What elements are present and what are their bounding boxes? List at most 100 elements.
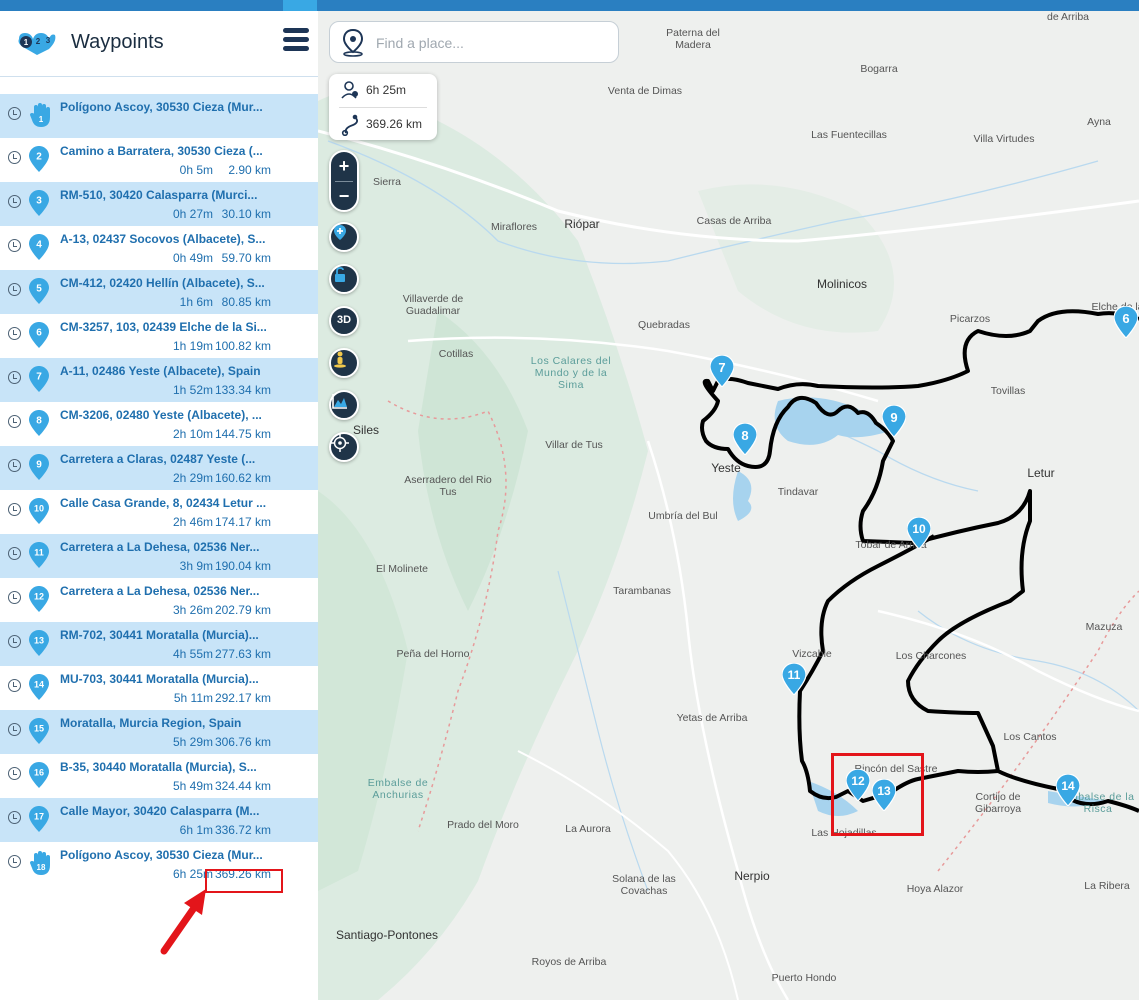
waypoint-address[interactable]: Carretera a La Dehesa, 02536 Ner... xyxy=(60,540,274,554)
top-tab[interactable] xyxy=(283,0,317,11)
waypoint-time: 4h 55m xyxy=(172,647,213,661)
clock-icon[interactable] xyxy=(8,811,21,824)
clock-icon[interactable] xyxy=(8,767,21,780)
hamburger-menu-icon[interactable] xyxy=(283,28,309,56)
waypoint-address[interactable]: A-11, 02486 Yeste (Albacete), Spain xyxy=(60,364,274,378)
zoom-control: + − xyxy=(329,150,359,212)
map-label: Sierra xyxy=(372,176,402,188)
waypoint-row-17[interactable]: 17 Calle Mayor, 30420 Calasparra (M... 6h … xyxy=(0,798,318,842)
waypoint-row-11[interactable]: 11 Carretera a La Dehesa, 02536 Ner... 3h … xyxy=(0,534,318,578)
svg-text:3: 3 xyxy=(46,36,51,45)
waypoint-row-12[interactable]: 12 Carretera a La Dehesa, 02536 Ner... 3h … xyxy=(0,578,318,622)
map-marker-8[interactable]: 8 xyxy=(733,423,757,455)
map-marker-14[interactable]: 14 xyxy=(1056,774,1080,806)
map-label: Los Calares del Mundo y de la Sima xyxy=(530,355,612,391)
waypoint-row-9[interactable]: 9 Carretera a Claras, 02487 Yeste (... 2h … xyxy=(0,446,318,490)
clock-icon[interactable] xyxy=(8,635,21,648)
svg-text:12: 12 xyxy=(34,592,44,602)
map-marker-6[interactable]: 6 xyxy=(1114,306,1138,338)
waypoint-address[interactable]: Polígono Ascoy, 30530 Cieza (Mur... xyxy=(60,848,274,862)
clock-icon[interactable] xyxy=(8,195,21,208)
clock-icon[interactable] xyxy=(8,371,21,384)
map-marker-9[interactable]: 9 xyxy=(882,405,906,437)
waypoint-address[interactable]: A-13, 02437 Socovos (Albacete), S... xyxy=(60,232,274,246)
lock-button[interactable] xyxy=(329,264,359,294)
elevation-profile-button[interactable] xyxy=(329,390,359,420)
waypoint-address[interactable]: B-35, 30440 Moratalla (Murcia), S... xyxy=(60,760,274,774)
map-marker-7[interactable]: 7 xyxy=(710,355,734,387)
clock-icon[interactable] xyxy=(8,415,21,428)
waypoint-address[interactable]: CM-3257, 103, 02439 Elche de la Si... xyxy=(60,320,274,334)
clock-icon[interactable] xyxy=(8,547,21,560)
waypoint-address[interactable]: Carretera a Claras, 02487 Yeste (... xyxy=(60,452,274,466)
clock-icon[interactable] xyxy=(8,503,21,516)
waypoint-time: 0h 5m xyxy=(179,163,213,177)
sidebar-header: 1 2 3 Waypoints xyxy=(0,11,318,77)
clock-icon[interactable] xyxy=(8,459,21,472)
clock-icon[interactable] xyxy=(8,591,21,604)
street-view-button[interactable] xyxy=(329,348,359,378)
map-label: Royos de Arriba xyxy=(531,956,607,968)
waypoint-address[interactable]: Polígono Ascoy, 30530 Cieza (Mur... xyxy=(60,100,274,114)
waypoint-address[interactable]: Moratalla, Murcia Region, Spain xyxy=(60,716,274,730)
map-marker-10[interactable]: 10 xyxy=(907,517,931,549)
waypoint-distance: 30.10 km xyxy=(221,207,271,221)
waypoint-address[interactable]: Calle Casa Grande, 8, 02434 Letur ... xyxy=(60,496,274,510)
locate-me-button[interactable] xyxy=(329,432,359,462)
clock-icon[interactable] xyxy=(8,239,21,252)
map-label: Bogarra xyxy=(860,63,898,75)
clock-icon[interactable] xyxy=(8,107,21,120)
driver-icon xyxy=(341,81,358,99)
waypoint-distance: 292.17 km xyxy=(214,691,271,705)
location-pin-icon xyxy=(342,29,364,57)
waypoint-row-7[interactable]: 7 A-11, 02486 Yeste (Albacete), Spain 1h 5… xyxy=(0,358,318,402)
search-input[interactable] xyxy=(374,32,608,54)
clock-icon[interactable] xyxy=(8,151,21,164)
place-search-box[interactable] xyxy=(329,21,619,63)
map-view[interactable]: de Arriba Paterna del Madera Bogarra Ayna Ve… xyxy=(318,11,1139,1000)
zoom-out-button[interactable]: − xyxy=(331,182,357,210)
waypoint-row-13[interactable]: 13 RM-702, 30441 Moratalla (Murcia)... 4h … xyxy=(0,622,318,666)
waypoints-sidebar: 1 2 3 Waypoints 1 Polígono Ascoy, 30530 C… xyxy=(0,11,318,1000)
waypoint-row-8[interactable]: 8 CM-3206, 02480 Yeste (Albacete), ... 2h … xyxy=(0,402,318,446)
waypoint-address[interactable]: CM-3206, 02480 Yeste (Albacete), ... xyxy=(60,408,274,422)
map-label: Venta de Dimas xyxy=(607,85,683,97)
zoom-in-button[interactable]: + xyxy=(331,152,357,180)
map-marker-11[interactable]: 11 xyxy=(782,663,806,695)
clock-icon[interactable] xyxy=(8,679,21,692)
map-canvas xyxy=(318,11,1139,1000)
waypoint-address[interactable]: Camino a Barratera, 30530 Cieza (... xyxy=(60,144,274,158)
clock-icon[interactable] xyxy=(8,327,21,340)
waypoint-row-15[interactable]: 15 Moratalla, Murcia Region, Spain 5h 29m 3… xyxy=(0,710,318,754)
waypoint-row-3[interactable]: 3 RM-510, 30420 Calasparra (Murci... 0h 27… xyxy=(0,182,318,226)
map-marker-number: 7 xyxy=(718,360,726,375)
map-label: Quebradas xyxy=(638,319,690,331)
waypoint-row-16[interactable]: 16 B-35, 30440 Moratalla (Murcia), S... 5h… xyxy=(0,754,318,798)
waypoint-address[interactable]: Calle Mayor, 30420 Calasparra (M... xyxy=(60,804,274,818)
waypoint-distance: 336.72 km xyxy=(214,823,271,837)
waypoint-address[interactable]: RM-702, 30441 Moratalla (Murcia)... xyxy=(60,628,274,642)
waypoint-address[interactable]: Carretera a La Dehesa, 02536 Ner... xyxy=(60,584,274,598)
waypoint-row-6[interactable]: 6 CM-3257, 103, 02439 Elche de la Si... 1h… xyxy=(0,314,318,358)
clock-icon[interactable] xyxy=(8,855,21,868)
map-label: Ayna xyxy=(1087,116,1111,128)
3d-view-button[interactable]: 3D xyxy=(329,306,359,336)
map-label: Las Fuentecillas xyxy=(811,129,887,141)
waypoint-address[interactable]: RM-510, 30420 Calasparra (Murci... xyxy=(60,188,274,202)
waypoint-row-5[interactable]: 5 CM-412, 02420 Hellín (Albacete), S... 1h… xyxy=(0,270,318,314)
map-label: Tovillas xyxy=(990,385,1026,397)
waypoint-row-14[interactable]: 14 MU-703, 30441 Moratalla (Murcia)... 5h … xyxy=(0,666,318,710)
waypoint-row-4[interactable]: 4 A-13, 02437 Socovos (Albacete), S... 0h … xyxy=(0,226,318,270)
waypoint-row-1[interactable]: 1 Polígono Ascoy, 30530 Cieza (Mur... xyxy=(0,94,318,138)
map-marker-number: 14 xyxy=(1061,779,1075,793)
sidebar-title: Waypoints xyxy=(71,31,164,53)
waypoint-row-2[interactable]: 2 Camino a Barratera, 30530 Cieza (... 0h … xyxy=(0,138,318,182)
add-waypoint-button[interactable] xyxy=(329,222,359,252)
waypoint-time: 6h 1m xyxy=(179,823,213,837)
svg-text:16: 16 xyxy=(34,768,44,778)
clock-icon[interactable] xyxy=(8,723,21,736)
waypoint-row-10[interactable]: 10 Calle Casa Grande, 8, 02434 Letur ... 2… xyxy=(0,490,318,534)
clock-icon[interactable] xyxy=(8,283,21,296)
waypoint-address[interactable]: CM-412, 02420 Hellín (Albacete), S... xyxy=(60,276,274,290)
waypoint-address[interactable]: MU-703, 30441 Moratalla (Murcia)... xyxy=(60,672,274,686)
